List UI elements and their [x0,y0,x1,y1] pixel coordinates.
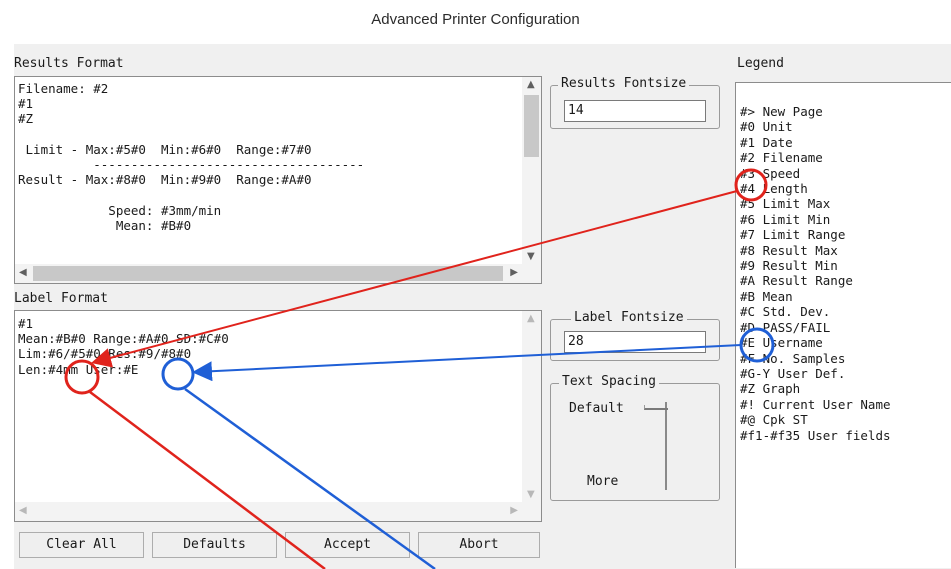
legend-item: #5 Limit Max [740,196,831,212]
legend-item: #C Std. Dev. [740,304,831,320]
label-format-textbox[interactable]: #1 Mean:#B#0 Range:#A#0 SD:#C#0 Lim:#6/#… [14,310,542,522]
legend-item: #6 Limit Min [740,211,831,227]
accept-button[interactable]: Accept [285,532,410,558]
text-spacing-label: Text Spacing [559,374,659,389]
text-spacing-more-label: More [587,474,619,489]
scroll-right-arrow-icon[interactable]: ▶ [510,505,518,516]
legend-box: #> New Page #0 Unit #1 Date #2 Filename #3 S… [735,82,951,568]
label-format-label: Label Format [14,291,108,306]
scroll-left-arrow-icon[interactable]: ◀ [19,505,27,516]
legend-item: #7 Limit Range [740,227,846,243]
legend-item: #B Mean [740,288,793,304]
legend-item: #4 Length [740,181,808,197]
legend-item: #G-Y User Def. [740,365,846,381]
legend-item: #A Result Range [740,273,853,289]
legend-item: #! Current User Name [740,396,891,412]
scrollbar-corner [522,264,541,283]
defaults-button[interactable]: Defaults [152,532,277,558]
results-format-label: Results Format [14,56,124,71]
legend-list: #> New Page #0 Unit #1 Date #2 Filename #3 S… [740,104,891,443]
scroll-right-arrow-icon[interactable]: ▶ [510,267,518,278]
legend-item: #0 Unit [740,119,793,135]
legend-item: #> New Page [740,104,823,119]
results-fontsize-input[interactable]: 14 [564,100,706,122]
legend-item: #1 Date [740,134,793,150]
scroll-down-arrow-icon[interactable]: ▼ [527,251,535,262]
legend-item: #Z Graph [740,381,801,397]
scroll-down-arrow-icon[interactable]: ▼ [527,489,535,500]
legend-item: #f1-#f35 User fields [740,427,891,443]
legend-item: #9 Result Min [740,258,838,274]
results-format-textbox[interactable]: Filename: #2 #1 #Z Limit - Max:#5#0 Min:… [14,76,542,284]
scroll-thumb[interactable] [524,95,539,157]
scrollbar-corner [522,502,541,521]
legend-item: #D PASS/FAIL [740,319,831,335]
scroll-thumb[interactable] [33,266,503,281]
results-horizontal-scrollbar[interactable]: ◀ ▶ [15,264,522,283]
config-window: Results Format Filename: #2 #1 #Z Limit … [14,44,951,569]
clear-all-button[interactable]: Clear All [19,532,144,558]
legend-item: #F No. Samples [740,350,846,366]
legend-item: #8 Result Max [740,242,838,258]
results-format-text[interactable]: Filename: #2 #1 #Z Limit - Max:#5#0 Min:… [18,81,364,233]
text-spacing-slider-thumb[interactable] [644,405,668,410]
results-fontsize-label: Results Fontsize [558,76,690,91]
results-vertical-scrollbar[interactable]: ▲ ▼ [522,77,541,264]
scroll-up-arrow-icon[interactable]: ▲ [527,79,535,90]
label-horizontal-scrollbar[interactable]: ◀ ▶ [15,502,522,521]
scroll-up-arrow-icon[interactable]: ▲ [527,313,535,324]
abort-button[interactable]: Abort [418,532,540,558]
scroll-left-arrow-icon[interactable]: ◀ [19,267,27,278]
legend-item: #@ Cpk ST [740,412,808,428]
legend-item: #2 Filename [740,150,823,166]
legend-item: #3 Speed [740,165,801,181]
text-spacing-default-label: Default [569,401,624,416]
label-format-text[interactable]: #1 Mean:#B#0 Range:#A#0 SD:#C#0 Lim:#6/#… [18,316,229,377]
window-title: Advanced Printer Configuration [0,0,951,40]
label-fontsize-label: Label Fontsize [571,310,687,325]
text-spacing-slider-track[interactable] [665,402,667,490]
legend-item: #E Username [740,335,823,351]
legend-label: Legend [737,56,784,71]
label-fontsize-input[interactable]: 28 [564,331,706,353]
label-vertical-scrollbar[interactable]: ▲ ▼ [522,311,541,502]
